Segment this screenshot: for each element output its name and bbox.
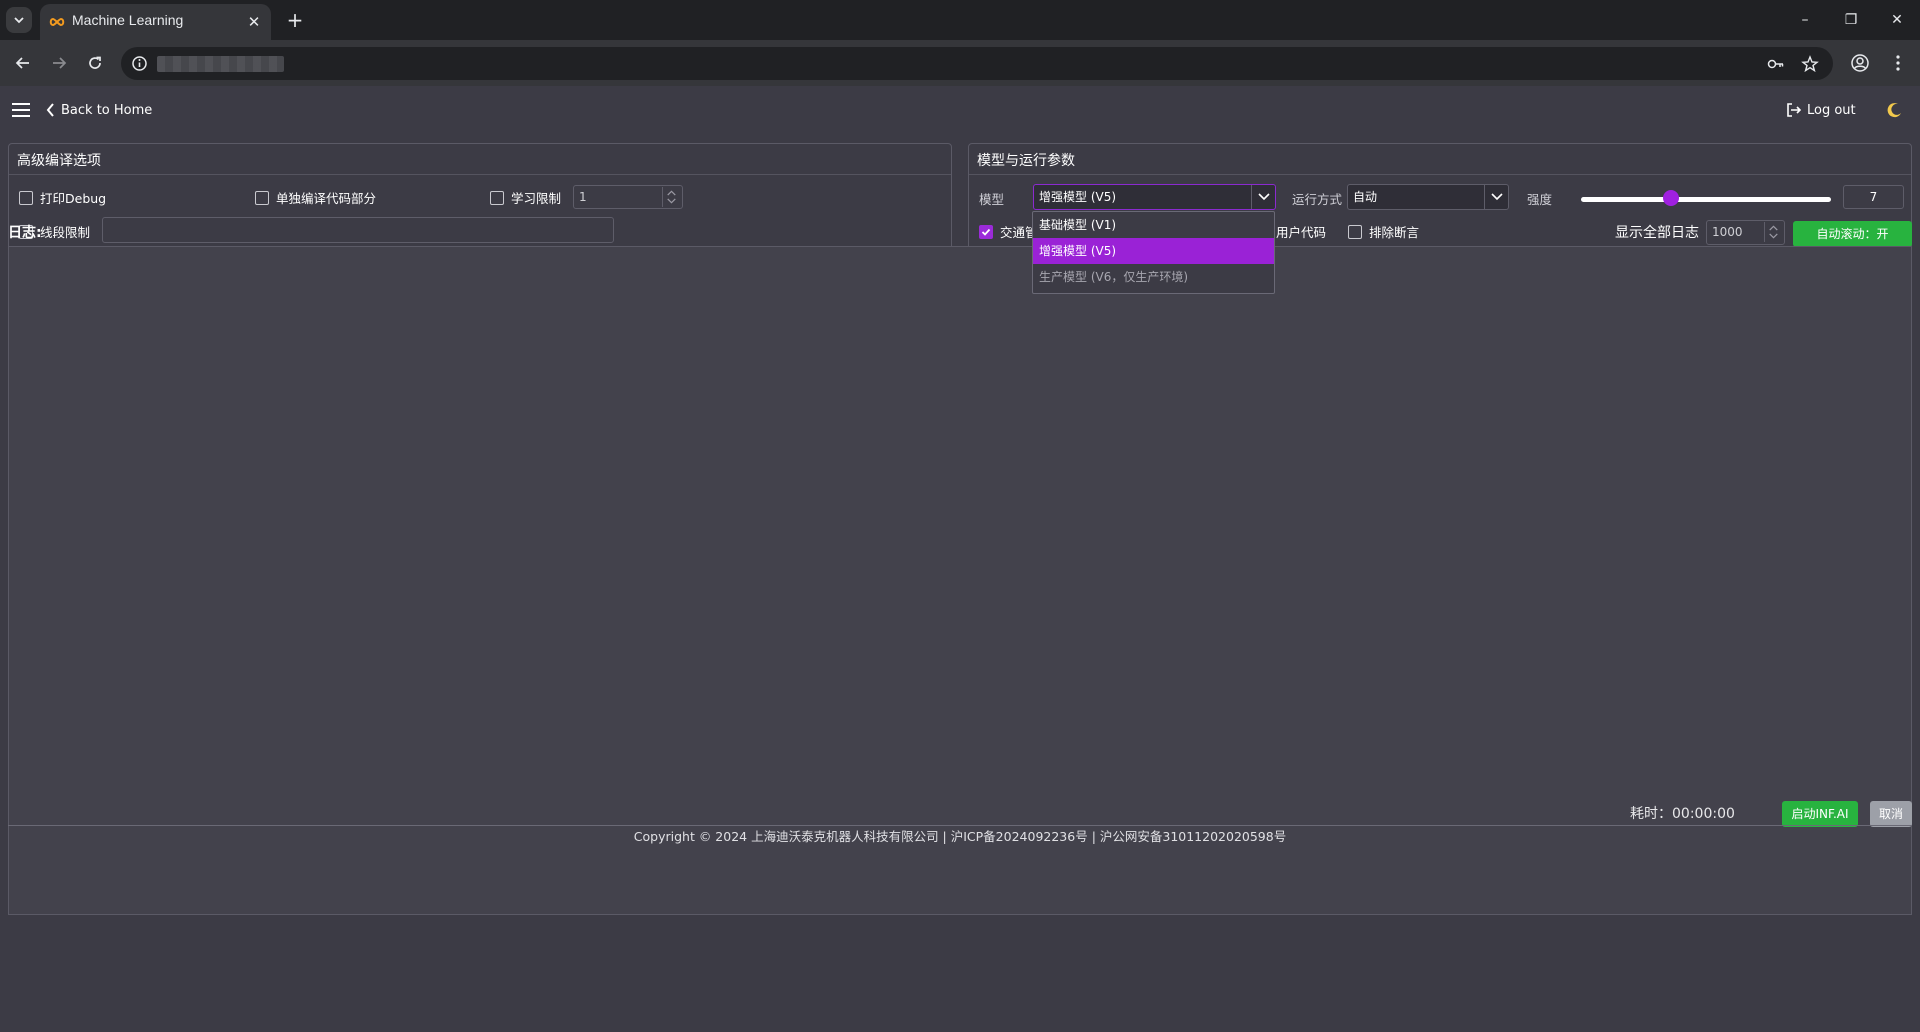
browser-menu-icon[interactable] [1890, 52, 1906, 74]
chevron-down-icon [14, 17, 24, 24]
compile-separately-label: 单独编译代码部分 [276, 191, 377, 206]
dropdown-option-v6: 生产模型 (V6，仅生产环境) [1039, 270, 1189, 284]
hamburger-menu-icon[interactable] [12, 103, 30, 117]
spinner-arrows-icon[interactable] [1764, 222, 1782, 242]
checkbox-box[interactable] [490, 190, 504, 205]
chevron-down-icon[interactable] [1251, 185, 1275, 209]
chevron-down-icon[interactable] [1484, 185, 1508, 209]
elapsed-label: 耗时： [1630, 806, 1672, 822]
new-tab-button[interactable]: + [284, 9, 306, 31]
model-select[interactable]: 增强模型 (V5) [1033, 184, 1276, 210]
dropdown-option-v1[interactable]: 基础模型 (V1) [1033, 212, 1274, 238]
tab-close-icon[interactable]: ✕ [245, 13, 263, 31]
logout-label: Log out [1807, 102, 1856, 118]
advanced-panel-title: 高级编译选项 [17, 153, 101, 169]
divider [969, 174, 1911, 175]
back-to-home-label: Back to Home [61, 102, 153, 118]
segment-limit-label: 线段限制 [40, 225, 91, 240]
dropdown-option-v5[interactable]: 增强模型 (V5) [1033, 238, 1274, 264]
divider [9, 174, 951, 175]
checkmark-icon [981, 228, 991, 236]
exclude-assert-label: 排除断言 [1369, 225, 1420, 240]
profile-icon[interactable] [1850, 53, 1870, 73]
checkbox-box[interactable] [1348, 224, 1362, 239]
logout-button[interactable]: Log out [1786, 99, 1856, 121]
log-title: 日志: [8, 225, 42, 241]
bookmark-star-icon[interactable] [1801, 55, 1819, 73]
exclude-assert-checkbox[interactable]: 排除断言 [1348, 222, 1419, 241]
checkbox-box-checked[interactable] [979, 224, 993, 239]
site-info-icon[interactable] [131, 55, 148, 72]
window-close-button[interactable]: ✕ [1882, 8, 1912, 32]
password-key-icon[interactable] [1767, 55, 1785, 73]
cancel-button[interactable]: 取消 [1870, 801, 1912, 827]
user-code-label: 用户代码 [1276, 225, 1327, 240]
browser-tab-bar: Machine Learning ✕ + – ❐ ✕ [0, 0, 1920, 40]
learning-limit-value: 1 [579, 190, 587, 204]
run-mode-label: 运行方式 [1292, 192, 1343, 207]
strength-slider-thumb[interactable] [1663, 190, 1679, 206]
browser-tab[interactable]: Machine Learning ✕ [40, 4, 271, 40]
segment-limit-input[interactable] [102, 217, 614, 243]
start-inf-ai-button[interactable]: 启动INF.AI [1782, 801, 1858, 827]
address-bar[interactable] [121, 47, 1833, 80]
advanced-compile-panel: 高级编译选项 打印Debug 单独编译代码部分 学习限制 1 线段限制 [8, 143, 952, 251]
show-all-logs-label: 显示全部日志 [1615, 225, 1699, 241]
model-label: 模型 [979, 192, 1005, 207]
strength-slider-track[interactable] [1581, 197, 1831, 202]
log-limit-value: 1000 [1712, 225, 1743, 239]
moon-theme-icon[interactable] [1886, 101, 1904, 119]
strength-value-input[interactable]: 7 [1843, 185, 1904, 209]
print-debug-label: 打印Debug [40, 191, 107, 206]
checkbox-box[interactable] [19, 190, 33, 205]
learning-limit-label: 学习限制 [511, 191, 562, 206]
window-minimize-button[interactable]: – [1790, 8, 1820, 32]
model-selected-value: 增强模型 (V5) [1039, 190, 1117, 204]
logout-icon [1787, 103, 1802, 117]
copyright-footer: Copyright © 2024 上海迪沃泰克机器人科技有限公司 | 沪ICP备… [633, 829, 1287, 844]
forward-arrow-icon[interactable] [46, 50, 72, 76]
elapsed-value: 00:00:00 [1672, 806, 1735, 822]
checkbox-box[interactable] [255, 190, 269, 205]
learning-limit-input[interactable]: 1 [573, 185, 683, 209]
window-restore-button[interactable]: ❐ [1836, 8, 1866, 32]
compile-separately-checkbox[interactable]: 单独编译代码部分 [255, 188, 376, 207]
autoscroll-toggle-button[interactable]: 自动滚动：开 [1793, 221, 1912, 247]
app-page: Back to Home Log out 高级编译选项 打印Debug 单独编译… [0, 86, 1920, 1032]
blurred-url [157, 56, 284, 72]
run-mode-value: 自动 [1353, 190, 1378, 204]
chevron-left-icon [46, 103, 54, 117]
print-debug-checkbox[interactable]: 打印Debug [19, 188, 106, 207]
learning-limit-checkbox[interactable]: 学习限制 [490, 188, 561, 207]
tab-search-button[interactable] [6, 7, 32, 33]
run-mode-select[interactable]: 自动 [1347, 184, 1509, 210]
elapsed-time: 耗时：00:00:00 [1630, 803, 1735, 823]
spinner-arrows-icon[interactable] [662, 187, 680, 207]
reload-icon[interactable] [82, 50, 108, 76]
traffic-checkbox[interactable]: 交通管 [979, 222, 1038, 241]
strength-label: 强度 [1527, 192, 1553, 207]
log-limit-input[interactable]: 1000 [1706, 220, 1785, 245]
back-arrow-icon[interactable] [10, 50, 36, 76]
model-panel-title: 模型与运行参数 [977, 153, 1075, 169]
log-output-area[interactable] [8, 246, 1912, 915]
back-to-home-link[interactable]: Back to Home [46, 99, 152, 121]
model-dropdown-list: 基础模型 (V1) 增强模型 (V5) 生产模型 (V6，仅生产环境) [1032, 211, 1275, 294]
infinity-logo-icon [49, 17, 65, 27]
tab-title: Machine Learning [72, 12, 184, 28]
